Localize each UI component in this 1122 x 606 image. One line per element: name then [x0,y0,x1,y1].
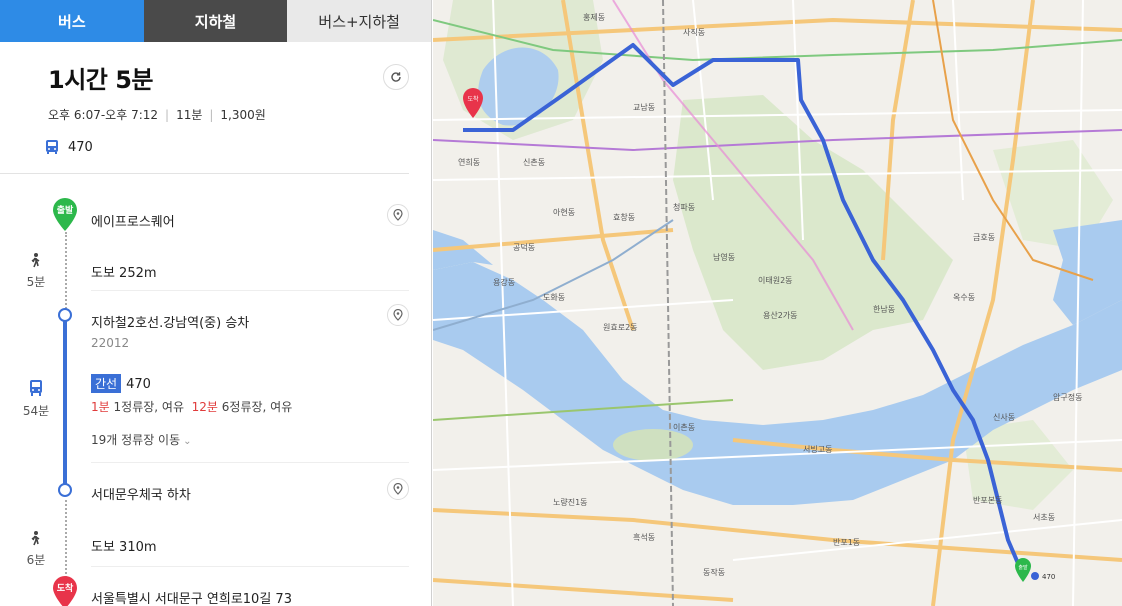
chevron-down-icon: ⌄ [183,436,192,447]
board-stop-code: 22012 [91,336,130,350]
bus-icon [44,139,60,155]
location-pin-icon [392,206,404,225]
arrival1-info: 1정류장, 여유 [113,400,184,414]
divider [91,566,409,567]
wait-time: 11분 [176,108,203,122]
region-label: 노량진1동 [553,497,588,507]
alight-location-button[interactable] [387,478,409,500]
region-label: 도화동 [543,293,565,302]
walk-duration-1: 5분 [26,275,46,289]
route-bus-line: 470 [44,139,409,155]
arrival1-min: 1분 [91,400,110,414]
walk-icon [22,253,50,273]
region-label: 효창동 [613,213,635,222]
region-label: 공덕동 [513,242,535,252]
region-label: 신촌동 [523,158,545,167]
end-name[interactable]: 서울특별시 서대문구 연희로10길 73 [91,588,292,606]
region-label: 홍제동 [583,12,605,22]
tab-bus[interactable]: 버스 [0,0,144,42]
ride-duration: 54분 [22,404,50,418]
alight-stop-name[interactable]: 서대문우체국 하차 [91,484,191,503]
fare: 1,300원 [220,108,266,122]
route-meta: 오후 6:07-오후 7:12 | 11분 | 1,300원 [48,106,409,123]
bus-line-info[interactable]: 간선 470 [91,374,151,393]
board-location-button[interactable] [387,304,409,326]
region-label: 반포1동 [833,538,860,547]
arrival2-min: 12분 [191,400,218,414]
region-label: 반포본동 [973,496,1002,505]
walk-text-2: 도보 310m [91,540,157,555]
ride-bus-number: 470 [126,377,151,392]
divider [91,462,409,463]
region-label: 동작동 [703,567,725,577]
board-node [58,308,72,322]
end-badge: 도착 [52,576,78,606]
location-pin-icon [392,306,404,325]
walk-line-2 [65,500,67,582]
time-range: 오후 6:07-오후 7:12 [48,108,159,122]
divider [91,290,409,291]
start-bus-label: 470 [1042,573,1055,581]
region-label: 압구정동 [1053,392,1082,402]
region-label: 금호동 [973,233,995,242]
region-label: 신사동 [993,413,1015,422]
refresh-button[interactable] [383,64,409,90]
route-summary: 1시간 5분 오후 6:07-오후 7:12 | 11분 | 1,300원 47… [0,42,409,174]
bus-route-line [63,320,67,496]
walk-text-1: 도보 252m [91,266,157,281]
region-label: 이촌동 [673,422,695,432]
start-pin-label: 출발 [1018,564,1028,571]
region-label: 이태원2동 [758,275,793,285]
region-label: 사직동 [683,27,705,37]
region-label: 서초동 [1033,513,1055,522]
transport-tabs: 버스 지하철 버스+지하철 [0,0,431,42]
arrival-info: 1분 1정류장, 여유 12분 6정류장, 여유 [91,398,292,415]
start-badge: 출발 [52,198,78,232]
region-label: 연희동 [458,157,480,167]
total-time: 1시간 5분 [48,66,154,94]
arrival2-info: 6정류장, 여유 [221,400,293,414]
board-stop-name[interactable]: 지하철2호선.강남역(중) 승차 [91,312,249,331]
region-label: 서빙고동 [803,445,832,454]
route-panel: 버스 지하철 버스+지하철 1시간 5분 오후 6:07-오후 7:12 | 1… [0,0,432,606]
region-label: 용산2가동 [763,310,798,320]
map-canvas[interactable]: 도착 출발 470 이태원2동 용산2가동 한남동 서빙고동 압구정동 반포1동… [433,0,1122,606]
start-location-button[interactable] [387,204,409,226]
region-label: 원효로2동 [603,323,638,332]
walk-duration-2: 6분 [26,553,46,567]
region-label: 교남동 [633,103,655,112]
region-label: 아현동 [553,207,575,217]
stops-move: 19개 정류장 이동 [91,433,181,447]
separator: | [209,107,214,122]
walk-line-1 [65,232,67,316]
walk-icon [22,531,50,551]
location-pin-icon [392,480,404,499]
region-label: 청파동 [673,203,695,212]
region-label: 흑석동 [633,532,655,542]
region-label: 옥수동 [953,293,975,302]
region-label: 남영동 [713,252,735,262]
route-map[interactable]: 도착 출발 470 이태원2동 용산2가동 한남동 서빙고동 압구정동 반포1동… [433,0,1122,606]
tab-bus-subway[interactable]: 버스+지하철 [287,0,431,42]
stops-toggle[interactable]: 19개 정류장 이동 ⌄ [91,431,192,448]
bus-number: 470 [68,139,93,155]
app-root: 버스 지하철 버스+지하철 1시간 5분 오후 6:07-오후 7:12 | 1… [0,0,1122,606]
region-label: 한남동 [873,305,895,314]
bus-type-tag: 간선 [91,374,122,393]
region-label: 용강동 [493,277,515,287]
dest-pin-label: 도착 [467,95,479,103]
tab-subway[interactable]: 지하철 [143,0,288,42]
separator: | [165,107,170,122]
start-name[interactable]: 에이프로스퀘어 [91,211,175,230]
bus-icon [22,379,50,401]
refresh-icon [390,68,402,87]
island [613,429,693,461]
alight-node [58,483,72,497]
